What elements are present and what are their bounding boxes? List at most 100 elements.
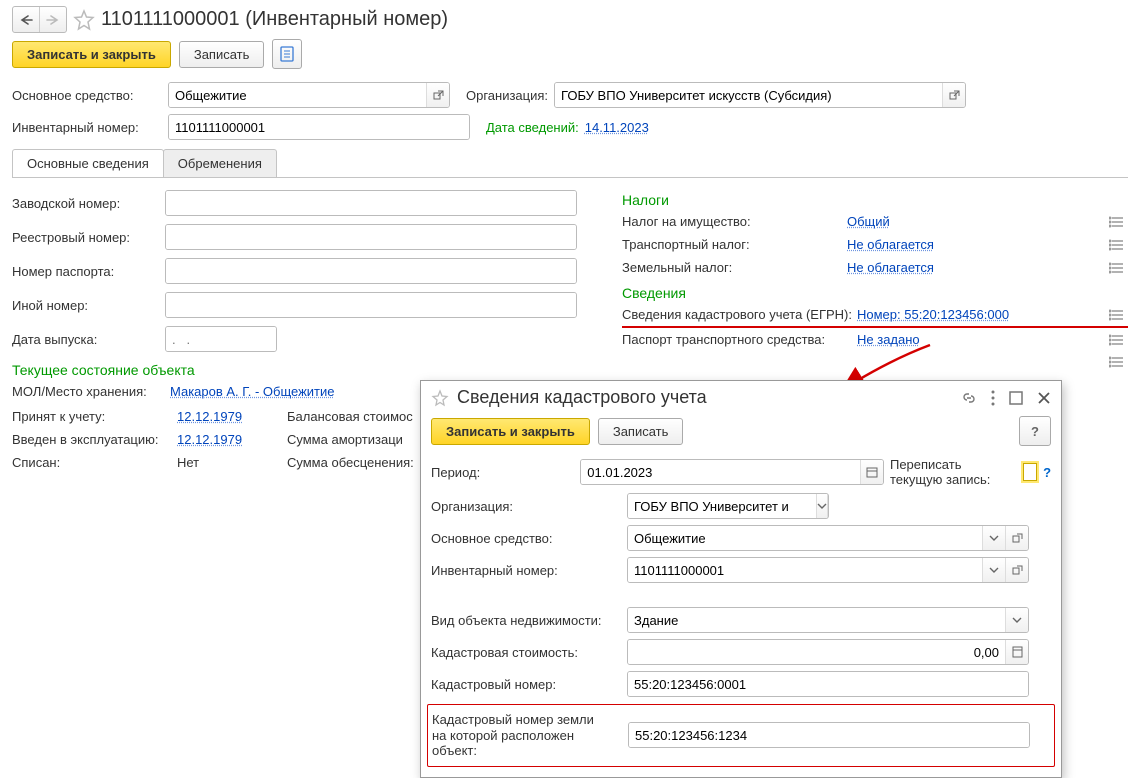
inv-num-field[interactable]	[169, 115, 469, 139]
tab-main-info[interactable]: Основные сведения	[12, 149, 164, 177]
state-section-head: Текущее состояние объекта	[12, 356, 582, 380]
modal-save-close-button[interactable]: Записать и закрыть	[431, 418, 590, 445]
modal-asset-input[interactable]	[627, 525, 1029, 551]
vehicle-passport-link[interactable]: Не задано	[857, 332, 920, 347]
passport-num-input[interactable]	[165, 258, 577, 284]
dropdown-button[interactable]	[982, 558, 1005, 582]
external-icon	[949, 90, 960, 101]
report-button[interactable]	[272, 39, 302, 69]
land-num-label: Кадастровый номер земли на которой распо…	[432, 712, 622, 759]
modal-inv-input[interactable]	[627, 557, 1029, 583]
org-field[interactable]	[555, 83, 942, 107]
main-toolbar: Записать и закрыть Записать	[0, 35, 1140, 79]
taxes-head: Налоги	[622, 186, 1128, 210]
transport-tax-link[interactable]: Не облагается	[847, 237, 934, 252]
modal-org-label: Организация:	[431, 499, 621, 514]
close-button[interactable]	[1037, 391, 1051, 405]
open-ref-button[interactable]	[942, 83, 965, 107]
calculator-button[interactable]	[1005, 640, 1028, 664]
history-button[interactable]	[1106, 261, 1128, 275]
writtenoff-label: Списан:	[12, 455, 177, 470]
maximize-icon	[1009, 391, 1023, 405]
help-button[interactable]: ?	[1019, 416, 1051, 446]
issue-date-input[interactable]	[165, 326, 277, 352]
cadastre-num-input[interactable]	[627, 671, 1029, 697]
mol-link[interactable]: Макаров А. Г. - Общежитие	[170, 384, 335, 399]
external-icon	[1012, 565, 1023, 576]
list-icon	[1109, 333, 1125, 347]
open-ref-button[interactable]	[1005, 558, 1028, 582]
external-icon	[828, 501, 829, 512]
chevron-down-icon	[989, 533, 999, 543]
favorite-star-icon[interactable]	[73, 9, 95, 31]
modal-save-button[interactable]: Записать	[598, 418, 684, 445]
obj-type-input[interactable]	[627, 607, 1029, 633]
registry-num-label: Реестровый номер:	[12, 230, 157, 245]
save-and-close-button[interactable]: Записать и закрыть	[12, 41, 171, 68]
overwrite-checkbox[interactable]	[1023, 463, 1037, 481]
chevron-down-icon	[989, 565, 999, 575]
maximize-button[interactable]	[1009, 391, 1023, 405]
modal-org-input[interactable]	[627, 493, 829, 519]
modal-inv-label: Инвентарный номер:	[431, 563, 621, 578]
property-tax-link[interactable]: Общий	[847, 214, 890, 229]
open-ref-button[interactable]	[827, 494, 829, 518]
list-icon	[1109, 238, 1125, 252]
inuse-link[interactable]: 12.12.1979	[177, 432, 287, 447]
link-icon	[961, 390, 977, 406]
other-num-input[interactable]	[165, 292, 577, 318]
nav-back-button[interactable]	[13, 7, 39, 32]
main-asset-label: Основное средство:	[12, 88, 162, 103]
inv-num-input[interactable]	[168, 114, 470, 140]
issue-date-field[interactable]	[166, 327, 277, 351]
favorite-star-icon[interactable]	[431, 389, 449, 407]
window-nav: 1101111000001 (Инвентарный номер)	[0, 0, 1140, 35]
tab-bar: Основные сведения Обременения	[12, 149, 1128, 177]
overwrite-label: Переписать текущую запись:	[890, 457, 1017, 487]
cadastre-cost-label: Кадастровая стоимость:	[431, 645, 621, 660]
dropdown-button[interactable]	[982, 526, 1005, 550]
history-button[interactable]	[1106, 308, 1128, 322]
org-input[interactable]	[554, 82, 966, 108]
link-button[interactable]	[961, 390, 977, 406]
chevron-down-icon	[1012, 615, 1022, 625]
history-button[interactable]	[1106, 355, 1128, 369]
info-head: Сведения	[622, 279, 1128, 303]
dropdown-button[interactable]	[1005, 608, 1028, 632]
list-icon	[1109, 215, 1125, 229]
info-date-link[interactable]: 14.11.2023	[585, 120, 649, 135]
history-button[interactable]	[1106, 238, 1128, 252]
nav-forward-button[interactable]	[39, 7, 66, 32]
accepted-link[interactable]: 12.12.1979	[177, 409, 287, 424]
document-icon	[280, 46, 294, 62]
tab-encumbrances[interactable]: Обременения	[163, 149, 277, 177]
cadastre-label: Сведения кадастрового учета (ЕГРН):	[622, 307, 857, 322]
period-input[interactable]	[580, 459, 884, 485]
factory-num-label: Заводской номер:	[12, 196, 157, 211]
cadastre-num-label: Кадастровый номер:	[431, 677, 621, 692]
external-icon	[1012, 533, 1023, 544]
history-button[interactable]	[1106, 333, 1128, 347]
cadastre-cost-input[interactable]	[627, 639, 1029, 665]
registry-num-input[interactable]	[165, 224, 577, 250]
main-asset-field[interactable]	[169, 83, 426, 107]
factory-num-input[interactable]	[165, 190, 577, 216]
land-num-input[interactable]	[628, 722, 1030, 748]
main-asset-input[interactable]	[168, 82, 450, 108]
calendar-button[interactable]	[860, 460, 883, 484]
modal-title: Сведения кадастрового учета	[457, 387, 953, 408]
open-ref-button[interactable]	[1005, 526, 1028, 550]
chevron-down-icon	[817, 501, 827, 511]
cadastre-link[interactable]: Номер: 55:20:123456:000	[857, 307, 1009, 322]
open-ref-button[interactable]	[426, 83, 449, 107]
dropdown-button[interactable]	[816, 494, 827, 518]
arrow-right-icon	[46, 14, 60, 26]
land-tax-link[interactable]: Не облагается	[847, 260, 934, 275]
close-icon	[1037, 391, 1051, 405]
passport-num-label: Номер паспорта:	[12, 264, 157, 279]
history-button[interactable]	[1106, 215, 1128, 229]
overwrite-help-icon[interactable]: ?	[1043, 465, 1051, 480]
save-button[interactable]: Записать	[179, 41, 265, 68]
more-button[interactable]	[991, 390, 995, 406]
list-icon	[1109, 261, 1125, 275]
